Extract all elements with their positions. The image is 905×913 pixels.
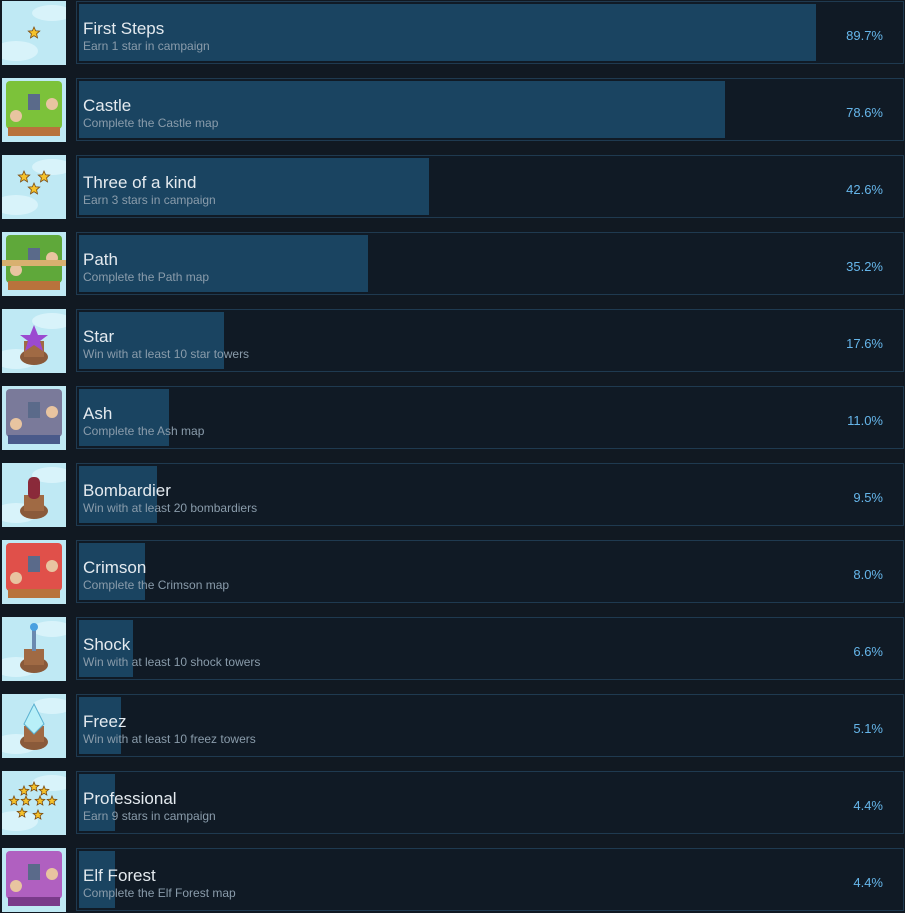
achievement-description: Win with at least 20 bombardiers (83, 501, 258, 515)
achievement-title: Star (83, 327, 115, 346)
achievement-row[interactable]: Bombardier Win with at least 20 bombardi… (0, 462, 905, 528)
achievement-percent: 6.6% (853, 644, 883, 659)
achievement-description: Complete the Ash map (83, 424, 205, 438)
achievement-row[interactable]: Freez Win with at least 10 freez towers … (0, 693, 905, 759)
bombardier-tower-icon (2, 463, 66, 527)
achievement-row[interactable]: Path Complete the Path map 35.2% (0, 231, 905, 297)
achievement-description: Complete the Path map (83, 270, 210, 284)
achievement-description: Win with at least 10 freez towers (83, 732, 256, 746)
achievement-description: Earn 1 star in campaign (83, 39, 210, 53)
achievement-percent: 4.4% (853, 875, 883, 890)
achievement-row[interactable]: Shock Win with at least 10 shock towers … (0, 616, 905, 682)
achievement-row[interactable]: Castle Complete the Castle map 78.6% (0, 77, 905, 143)
achievement-row[interactable]: Elf Forest Complete the Elf Forest map 4… (0, 847, 905, 913)
achievement-title: Castle (83, 96, 132, 115)
achievement-progress: Professional Earn 9 stars in campaign 4.… (76, 771, 904, 834)
achievement-progress: Star Win with at least 10 star towers 17… (76, 309, 904, 372)
achievement-progress: First Steps Earn 1 star in campaign 89.7… (76, 1, 904, 64)
achievement-title: Bombardier (83, 481, 171, 500)
three-stars-icon (2, 155, 66, 219)
achievement-title: Crimson (83, 558, 147, 577)
achievement-percent: 35.2% (846, 259, 883, 274)
one-star-icon (2, 1, 66, 65)
shock-tower-icon (2, 617, 66, 681)
achievement-title: Elf Forest (83, 866, 156, 885)
achievement-percent: 9.5% (853, 490, 883, 505)
crimson-map-icon (2, 540, 66, 604)
achievement-row[interactable]: Three of a kind Earn 3 stars in campaign… (0, 154, 905, 220)
ash-map-icon (2, 386, 66, 450)
achievement-progress: Path Complete the Path map 35.2% (76, 232, 904, 295)
achievement-progress: Shock Win with at least 10 shock towers … (76, 617, 904, 680)
achievement-title: Shock (83, 635, 131, 654)
achievement-row[interactable]: Star Win with at least 10 star towers 17… (0, 308, 905, 374)
achievement-row[interactable]: First Steps Earn 1 star in campaign 89.7… (0, 0, 905, 66)
achievement-row[interactable]: Professional Earn 9 stars in campaign 4.… (0, 770, 905, 836)
achievement-description: Win with at least 10 star towers (83, 347, 250, 361)
achievement-description: Complete the Elf Forest map (83, 886, 236, 900)
achievement-percent: 17.6% (846, 336, 883, 351)
castle-map-icon (2, 78, 66, 142)
achievement-title: First Steps (83, 19, 165, 38)
elf-forest-map-icon (2, 848, 66, 912)
achievement-title: Freez (83, 712, 127, 731)
achievement-title: Path (83, 250, 118, 269)
achievement-row[interactable]: Ash Complete the Ash map 11.0% (0, 385, 905, 451)
path-map-icon (2, 232, 66, 296)
achievement-percent: 4.4% (853, 798, 883, 813)
achievement-progress: Elf Forest Complete the Elf Forest map 4… (76, 848, 904, 911)
achievement-title: Ash (83, 404, 113, 423)
achievement-progress: Castle Complete the Castle map 78.6% (76, 78, 904, 141)
achievement-description: Earn 3 stars in campaign (83, 193, 216, 207)
achievement-progress: Three of a kind Earn 3 stars in campaign… (76, 155, 904, 218)
achievement-progress: Crimson Complete the Crimson map 8.0% (76, 540, 904, 603)
star-tower-icon (2, 309, 66, 373)
achievement-progress: Ash Complete the Ash map 11.0% (76, 386, 904, 449)
achievement-row[interactable]: Crimson Complete the Crimson map 8.0% (0, 539, 905, 605)
achievement-percent: 42.6% (846, 182, 883, 197)
achievement-percent: 89.7% (846, 28, 883, 43)
achievement-description: Earn 9 stars in campaign (83, 809, 216, 823)
achievement-description: Complete the Castle map (83, 116, 219, 130)
achievement-percent: 11.0% (847, 413, 883, 428)
achievement-description: Win with at least 10 shock towers (83, 655, 261, 669)
nine-stars-icon (2, 771, 66, 835)
achievement-percent: 78.6% (846, 105, 883, 120)
achievement-title: Three of a kind (83, 173, 197, 192)
achievement-progress: Bombardier Win with at least 20 bombardi… (76, 463, 904, 526)
freez-tower-icon (2, 694, 66, 758)
achievement-progress: Freez Win with at least 10 freez towers … (76, 694, 904, 757)
achievement-description: Complete the Crimson map (83, 578, 230, 592)
achievement-title: Professional (83, 789, 177, 808)
achievement-percent: 5.1% (853, 721, 883, 736)
achievement-percent: 8.0% (853, 567, 883, 582)
